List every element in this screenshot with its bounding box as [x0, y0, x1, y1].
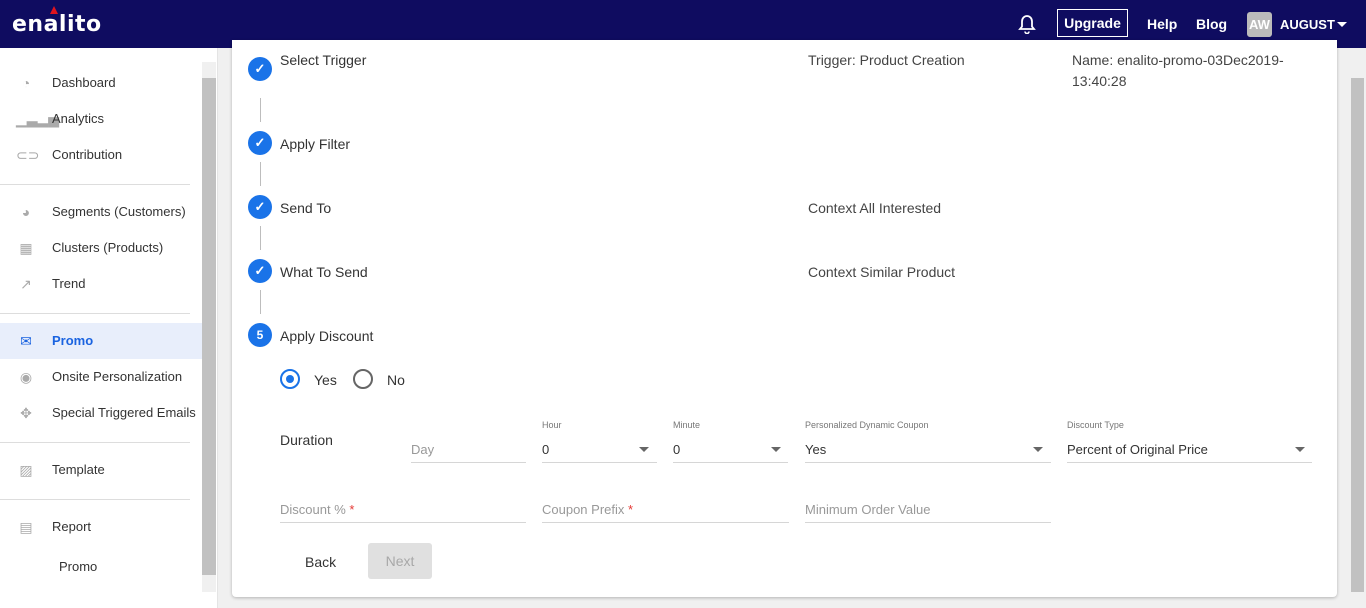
upgrade-button[interactable]: Upgrade: [1057, 9, 1128, 37]
coupon-prefix-input[interactable]: Coupon Prefix *: [542, 502, 633, 517]
document-icon: ▤: [19, 519, 33, 535]
avatar[interactable]: AW: [1247, 12, 1272, 37]
user-menu[interactable]: AUGUST: [1280, 17, 1335, 32]
crosshair-icon: ✥: [20, 405, 32, 421]
pie-chart-icon: ◕: [21, 204, 31, 220]
coupon-type-select[interactable]: Yes: [805, 442, 826, 457]
promo-name: Name: enalito-promo-03Dec2019-: [1072, 52, 1284, 68]
hour-select[interactable]: 0: [542, 442, 549, 457]
coupon-prefix-placeholder: Coupon Prefix: [542, 502, 625, 517]
minute-underline: [673, 462, 788, 463]
eye-icon: ◉: [19, 369, 33, 385]
minute-label: Minute: [673, 420, 701, 430]
radio-no[interactable]: [353, 369, 373, 389]
bar-chart-icon: ▁▃▂▅: [16, 111, 60, 127]
coupon-type-label: Personalized Dynamic Coupon: [805, 420, 929, 430]
sidebar-item-report[interactable]: ▤ Report: [0, 509, 202, 545]
check-icon: ✓: [248, 131, 272, 155]
step-connector: [260, 162, 261, 186]
discount-type-select[interactable]: Percent of Original Price: [1067, 442, 1208, 457]
step-apply-discount[interactable]: Apply Discount: [280, 328, 373, 344]
min-order-input[interactable]: Minimum Order Value: [805, 502, 930, 517]
discount-percent-input[interactable]: Discount % *: [280, 502, 354, 517]
discount-percent-placeholder: Discount %: [280, 502, 346, 517]
discount-underline: [280, 522, 526, 523]
radio-no-label[interactable]: No: [387, 372, 405, 388]
hour-label: Hour: [542, 420, 562, 430]
radio-yes-label[interactable]: Yes: [314, 372, 337, 388]
chevron-down-icon[interactable]: [1337, 22, 1347, 27]
divider: [0, 499, 190, 500]
step-send-to[interactable]: Send To: [280, 200, 331, 216]
required-mark: *: [349, 502, 355, 517]
minute-select[interactable]: 0: [673, 442, 680, 457]
step-connector: [260, 290, 261, 314]
blog-link[interactable]: Blog: [1196, 16, 1227, 32]
step-connector: [260, 226, 261, 250]
sidebar-item-template[interactable]: ▨ Template: [0, 452, 202, 488]
step-number-badge: 5: [248, 323, 272, 347]
image-icon: ▨: [19, 462, 33, 478]
step-connector: [260, 98, 261, 122]
sidebar-item-dashboard[interactable]: ◔ Dashboard: [0, 65, 202, 101]
sidebar-item-promo[interactable]: ✉ Promo: [0, 323, 202, 359]
sidebar-item-segments[interactable]: ◕ Segments (Customers): [0, 194, 202, 230]
discount-type-label: Discount Type: [1067, 420, 1124, 430]
logo[interactable]: enalito: [12, 12, 102, 37]
sidebar-item-contribution[interactable]: ⊂⊃ Contribution: [0, 137, 202, 173]
grid-icon: ▦: [19, 240, 33, 256]
chevron-down-icon[interactable]: [1033, 447, 1043, 452]
handshake-icon: ⊂⊃: [16, 147, 40, 163]
required-mark: *: [628, 502, 634, 517]
step-select-trigger[interactable]: Select Trigger: [280, 52, 366, 68]
sidebar-subitem-promo[interactable]: Promo: [0, 549, 202, 585]
step-what-to-send[interactable]: What To Send: [280, 264, 368, 280]
coupon-prefix-underline: [542, 522, 789, 523]
chevron-down-icon[interactable]: [639, 447, 649, 452]
step-apply-filter[interactable]: Apply Filter: [280, 136, 350, 152]
divider: [0, 313, 190, 314]
chevron-down-icon[interactable]: [1295, 447, 1305, 452]
main-scrollbar-thumb[interactable]: [1351, 78, 1364, 592]
sidebar-item-special-triggered-emails[interactable]: ✥ Special Triggered Emails: [0, 395, 202, 431]
coupon-type-underline: [805, 462, 1051, 463]
promo-name-time: 13:40:28: [1072, 73, 1127, 89]
envelope-icon: ✉: [20, 333, 32, 349]
send-to-summary: Context All Interested: [808, 200, 942, 216]
min-order-underline: [805, 522, 1051, 523]
trend-icon: ↗: [20, 276, 32, 292]
check-icon: ✓: [248, 57, 272, 81]
back-button[interactable]: Back: [305, 554, 336, 570]
radio-yes[interactable]: [280, 369, 300, 389]
divider: [0, 184, 190, 185]
check-icon: ✓: [248, 195, 272, 219]
dashboard-icon: ◔: [21, 75, 31, 91]
chevron-down-icon[interactable]: [771, 447, 781, 452]
sidebar-item-analytics[interactable]: ▁▃▂▅ Analytics: [0, 101, 202, 137]
help-link[interactable]: Help: [1147, 16, 1177, 32]
promo-stepper-card: [232, 40, 1337, 597]
day-input[interactable]: Day: [411, 442, 434, 457]
duration-label: Duration: [280, 432, 333, 448]
next-button[interactable]: Next: [368, 543, 432, 579]
trigger-summary: Trigger: Product Creation: [808, 52, 965, 68]
sidebar-item-trend[interactable]: ↗ Trend: [0, 266, 202, 302]
discount-type-underline: [1067, 462, 1312, 463]
bell-icon[interactable]: [1018, 14, 1036, 35]
hour-underline: [542, 462, 657, 463]
divider: [0, 442, 190, 443]
sidebar-item-onsite-personalization[interactable]: ◉ Onsite Personalization: [0, 359, 202, 395]
day-underline: [411, 462, 526, 463]
check-icon: ✓: [248, 259, 272, 283]
what-to-send-summary: Context Similar Product: [808, 264, 956, 280]
sidebar-scrollbar-thumb[interactable]: [202, 78, 216, 575]
sidebar-item-clusters[interactable]: ▦ Clusters (Products): [0, 230, 202, 266]
